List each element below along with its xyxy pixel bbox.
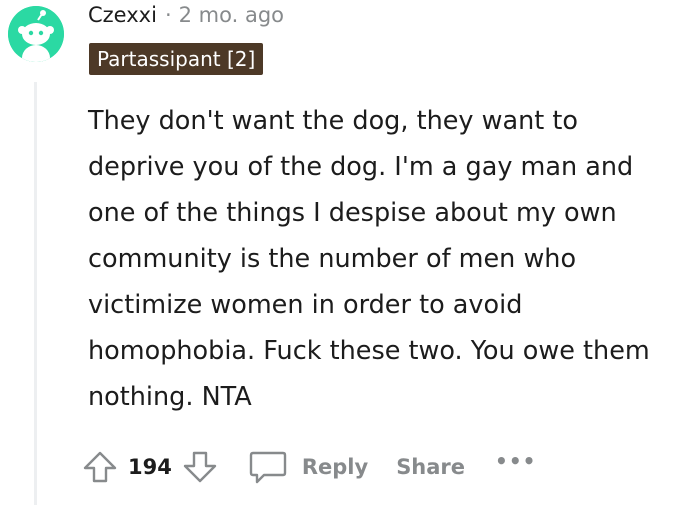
user-flair: Partassipant [2] — [89, 43, 264, 75]
downvote-arrow-icon — [183, 451, 217, 483]
comment-header: Czexxi · 2 mo. ago — [88, 0, 284, 30]
username[interactable]: Czexxi — [88, 3, 157, 27]
upvote-button[interactable] — [82, 449, 118, 485]
downvote-button[interactable] — [182, 449, 218, 485]
comment-body: They don't want the dog, they want to de… — [88, 106, 650, 412]
vote-score: 194 — [128, 455, 172, 479]
reply-label: Reply — [301, 455, 369, 479]
avatar[interactable] — [8, 6, 64, 62]
reddit-snoo-avatar-icon — [8, 6, 64, 62]
timestamp[interactable]: 2 mo. ago — [179, 3, 284, 27]
comment-actions: 194 Reply Share ••• — [82, 444, 536, 490]
reply-button[interactable]: Reply — [248, 449, 368, 485]
meta-separator: · — [164, 3, 172, 27]
comment-bubble-icon — [249, 451, 287, 484]
more-options-icon[interactable]: ••• — [495, 449, 536, 473]
upvote-arrow-icon — [83, 451, 117, 483]
share-button[interactable]: Share — [396, 455, 465, 479]
thread-line[interactable] — [34, 82, 37, 505]
